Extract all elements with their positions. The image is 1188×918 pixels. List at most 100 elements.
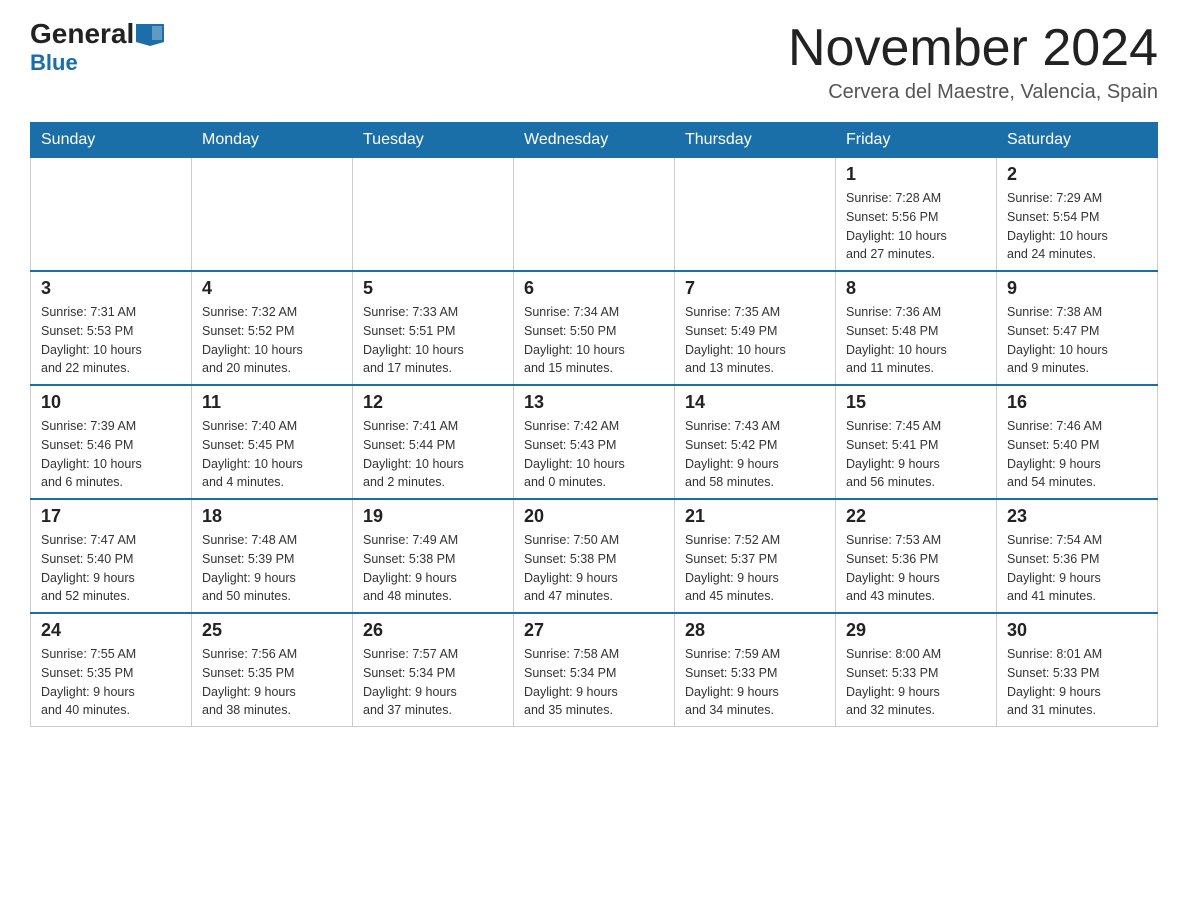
day-number: 23 bbox=[1007, 506, 1147, 527]
calendar-cell: 20 Sunrise: 7:50 AM Sunset: 5:38 PM Dayli… bbox=[514, 499, 675, 613]
calendar-cell: 19 Sunrise: 7:49 AM Sunset: 5:38 PM Dayli… bbox=[353, 499, 514, 613]
day-number: 1 bbox=[846, 164, 986, 185]
day-number: 22 bbox=[846, 506, 986, 527]
week-row-5: 24 Sunrise: 7:55 AM Sunset: 5:35 PM Dayli… bbox=[31, 613, 1158, 727]
day-info: Sunrise: 7:28 AM Sunset: 5:56 PM Dayligh… bbox=[846, 189, 986, 264]
title-section: November 2024 Cervera del Maestre, Valen… bbox=[788, 20, 1158, 104]
day-info: Sunrise: 8:01 AM Sunset: 5:33 PM Dayligh… bbox=[1007, 645, 1147, 720]
day-info: Sunrise: 7:29 AM Sunset: 5:54 PM Dayligh… bbox=[1007, 189, 1147, 264]
week-row-1: 1 Sunrise: 7:28 AM Sunset: 5:56 PM Daylig… bbox=[31, 158, 1158, 272]
day-info: Sunrise: 7:45 AM Sunset: 5:41 PM Dayligh… bbox=[846, 417, 986, 492]
calendar-cell: 26Sunrise: 7:57 AM Sunset: 5:34 PM Dayli… bbox=[353, 613, 514, 727]
calendar-cell bbox=[31, 158, 192, 272]
logo-text-general: General bbox=[30, 20, 134, 48]
day-info: Sunrise: 7:59 AM Sunset: 5:33 PM Dayligh… bbox=[685, 645, 825, 720]
calendar-cell bbox=[514, 158, 675, 272]
calendar-cell: 13 Sunrise: 7:42 AM Sunset: 5:43 PM Dayli… bbox=[514, 385, 675, 499]
day-number: 19 bbox=[363, 506, 503, 527]
day-number: 13 bbox=[524, 392, 664, 413]
calendar-cell: 18 Sunrise: 7:48 AM Sunset: 5:39 PM Dayli… bbox=[192, 499, 353, 613]
day-info: Sunrise: 8:00 AM Sunset: 5:33 PM Dayligh… bbox=[846, 645, 986, 720]
day-number: 5 bbox=[363, 278, 503, 299]
day-info: Sunrise: 7:46 AM Sunset: 5:40 PM Dayligh… bbox=[1007, 417, 1147, 492]
day-info: Sunrise: 7:39 AM Sunset: 5:46 PM Dayligh… bbox=[41, 417, 181, 492]
day-info: Sunrise: 7:40 AM Sunset: 5:45 PM Dayligh… bbox=[202, 417, 342, 492]
day-number: 11 bbox=[202, 392, 342, 413]
weekday-header-thursday: Thursday bbox=[675, 123, 836, 158]
day-info: Sunrise: 7:36 AM Sunset: 5:48 PM Dayligh… bbox=[846, 303, 986, 378]
day-info: Sunrise: 7:32 AM Sunset: 5:52 PM Dayligh… bbox=[202, 303, 342, 378]
calendar-cell: 12Sunrise: 7:41 AM Sunset: 5:44 PM Dayli… bbox=[353, 385, 514, 499]
calendar-cell: 5 Sunrise: 7:33 AM Sunset: 5:51 PM Daylig… bbox=[353, 271, 514, 385]
day-info: Sunrise: 7:48 AM Sunset: 5:39 PM Dayligh… bbox=[202, 531, 342, 606]
day-number: 15 bbox=[846, 392, 986, 413]
calendar-cell: 28 Sunrise: 7:59 AM Sunset: 5:33 PM Dayli… bbox=[675, 613, 836, 727]
weekday-header-sunday: Sunday bbox=[31, 123, 192, 158]
day-info: Sunrise: 7:42 AM Sunset: 5:43 PM Dayligh… bbox=[524, 417, 664, 492]
day-number: 4 bbox=[202, 278, 342, 299]
day-number: 26 bbox=[363, 620, 503, 641]
calendar-cell: 14 Sunrise: 7:43 AM Sunset: 5:42 PM Dayli… bbox=[675, 385, 836, 499]
day-number: 21 bbox=[685, 506, 825, 527]
day-number: 6 bbox=[524, 278, 664, 299]
day-number: 9 bbox=[1007, 278, 1147, 299]
day-info: Sunrise: 7:43 AM Sunset: 5:42 PM Dayligh… bbox=[685, 417, 825, 492]
weekday-header-friday: Friday bbox=[836, 123, 997, 158]
month-year-title: November 2024 bbox=[788, 20, 1158, 77]
calendar-cell: 21 Sunrise: 7:52 AM Sunset: 5:37 PM Dayli… bbox=[675, 499, 836, 613]
day-number: 7 bbox=[685, 278, 825, 299]
day-info: Sunrise: 7:41 AM Sunset: 5:44 PM Dayligh… bbox=[363, 417, 503, 492]
calendar-cell: 4 Sunrise: 7:32 AM Sunset: 5:52 PM Daylig… bbox=[192, 271, 353, 385]
day-number: 20 bbox=[524, 506, 664, 527]
calendar-cell: 27Sunrise: 7:58 AM Sunset: 5:34 PM Dayli… bbox=[514, 613, 675, 727]
day-number: 24 bbox=[41, 620, 181, 641]
day-info: Sunrise: 7:49 AM Sunset: 5:38 PM Dayligh… bbox=[363, 531, 503, 606]
day-info: Sunrise: 7:54 AM Sunset: 5:36 PM Dayligh… bbox=[1007, 531, 1147, 606]
calendar-cell: 16 Sunrise: 7:46 AM Sunset: 5:40 PM Dayli… bbox=[997, 385, 1158, 499]
calendar-cell bbox=[675, 158, 836, 272]
logo: General Blue bbox=[30, 20, 164, 76]
day-number: 2 bbox=[1007, 164, 1147, 185]
weekday-header-wednesday: Wednesday bbox=[514, 123, 675, 158]
logo-arrow-icon bbox=[136, 24, 164, 46]
day-info: Sunrise: 7:35 AM Sunset: 5:49 PM Dayligh… bbox=[685, 303, 825, 378]
calendar-cell: 17 Sunrise: 7:47 AM Sunset: 5:40 PM Dayli… bbox=[31, 499, 192, 613]
calendar-cell bbox=[192, 158, 353, 272]
calendar-cell: 22Sunrise: 7:53 AM Sunset: 5:36 PM Dayli… bbox=[836, 499, 997, 613]
weekday-header-saturday: Saturday bbox=[997, 123, 1158, 158]
day-number: 17 bbox=[41, 506, 181, 527]
week-row-2: 3 Sunrise: 7:31 AM Sunset: 5:53 PM Daylig… bbox=[31, 271, 1158, 385]
calendar-cell: 24 Sunrise: 7:55 AM Sunset: 5:35 PM Dayli… bbox=[31, 613, 192, 727]
day-info: Sunrise: 7:56 AM Sunset: 5:35 PM Dayligh… bbox=[202, 645, 342, 720]
day-number: 25 bbox=[202, 620, 342, 641]
calendar-cell: 7 Sunrise: 7:35 AM Sunset: 5:49 PM Daylig… bbox=[675, 271, 836, 385]
calendar-cell: 25 Sunrise: 7:56 AM Sunset: 5:35 PM Dayli… bbox=[192, 613, 353, 727]
calendar-cell: 11 Sunrise: 7:40 AM Sunset: 5:45 PM Dayli… bbox=[192, 385, 353, 499]
day-number: 16 bbox=[1007, 392, 1147, 413]
day-number: 14 bbox=[685, 392, 825, 413]
calendar-cell: 8Sunrise: 7:36 AM Sunset: 5:48 PM Daylig… bbox=[836, 271, 997, 385]
day-info: Sunrise: 7:38 AM Sunset: 5:47 PM Dayligh… bbox=[1007, 303, 1147, 378]
day-info: Sunrise: 7:55 AM Sunset: 5:35 PM Dayligh… bbox=[41, 645, 181, 720]
day-info: Sunrise: 7:52 AM Sunset: 5:37 PM Dayligh… bbox=[685, 531, 825, 606]
day-number: 3 bbox=[41, 278, 181, 299]
week-row-3: 10Sunrise: 7:39 AM Sunset: 5:46 PM Dayli… bbox=[31, 385, 1158, 499]
day-number: 18 bbox=[202, 506, 342, 527]
day-info: Sunrise: 7:33 AM Sunset: 5:51 PM Dayligh… bbox=[363, 303, 503, 378]
day-info: Sunrise: 7:31 AM Sunset: 5:53 PM Dayligh… bbox=[41, 303, 181, 378]
day-info: Sunrise: 7:50 AM Sunset: 5:38 PM Dayligh… bbox=[524, 531, 664, 606]
day-info: Sunrise: 7:47 AM Sunset: 5:40 PM Dayligh… bbox=[41, 531, 181, 606]
location-subtitle: Cervera del Maestre, Valencia, Spain bbox=[788, 81, 1158, 104]
calendar-cell: 29Sunrise: 8:00 AM Sunset: 5:33 PM Dayli… bbox=[836, 613, 997, 727]
page-header: General Blue November 2024 Cervera del M… bbox=[30, 20, 1158, 104]
day-info: Sunrise: 7:58 AM Sunset: 5:34 PM Dayligh… bbox=[524, 645, 664, 720]
calendar-cell: 1 Sunrise: 7:28 AM Sunset: 5:56 PM Daylig… bbox=[836, 158, 997, 272]
day-number: 28 bbox=[685, 620, 825, 641]
calendar-cell bbox=[353, 158, 514, 272]
calendar-cell: 9 Sunrise: 7:38 AM Sunset: 5:47 PM Daylig… bbox=[997, 271, 1158, 385]
calendar-cell: 6Sunrise: 7:34 AM Sunset: 5:50 PM Daylig… bbox=[514, 271, 675, 385]
calendar-header-row: SundayMondayTuesdayWednesdayThursdayFrid… bbox=[31, 123, 1158, 158]
calendar-cell: 10Sunrise: 7:39 AM Sunset: 5:46 PM Dayli… bbox=[31, 385, 192, 499]
calendar-cell: 23 Sunrise: 7:54 AM Sunset: 5:36 PM Dayli… bbox=[997, 499, 1158, 613]
weekday-header-tuesday: Tuesday bbox=[353, 123, 514, 158]
